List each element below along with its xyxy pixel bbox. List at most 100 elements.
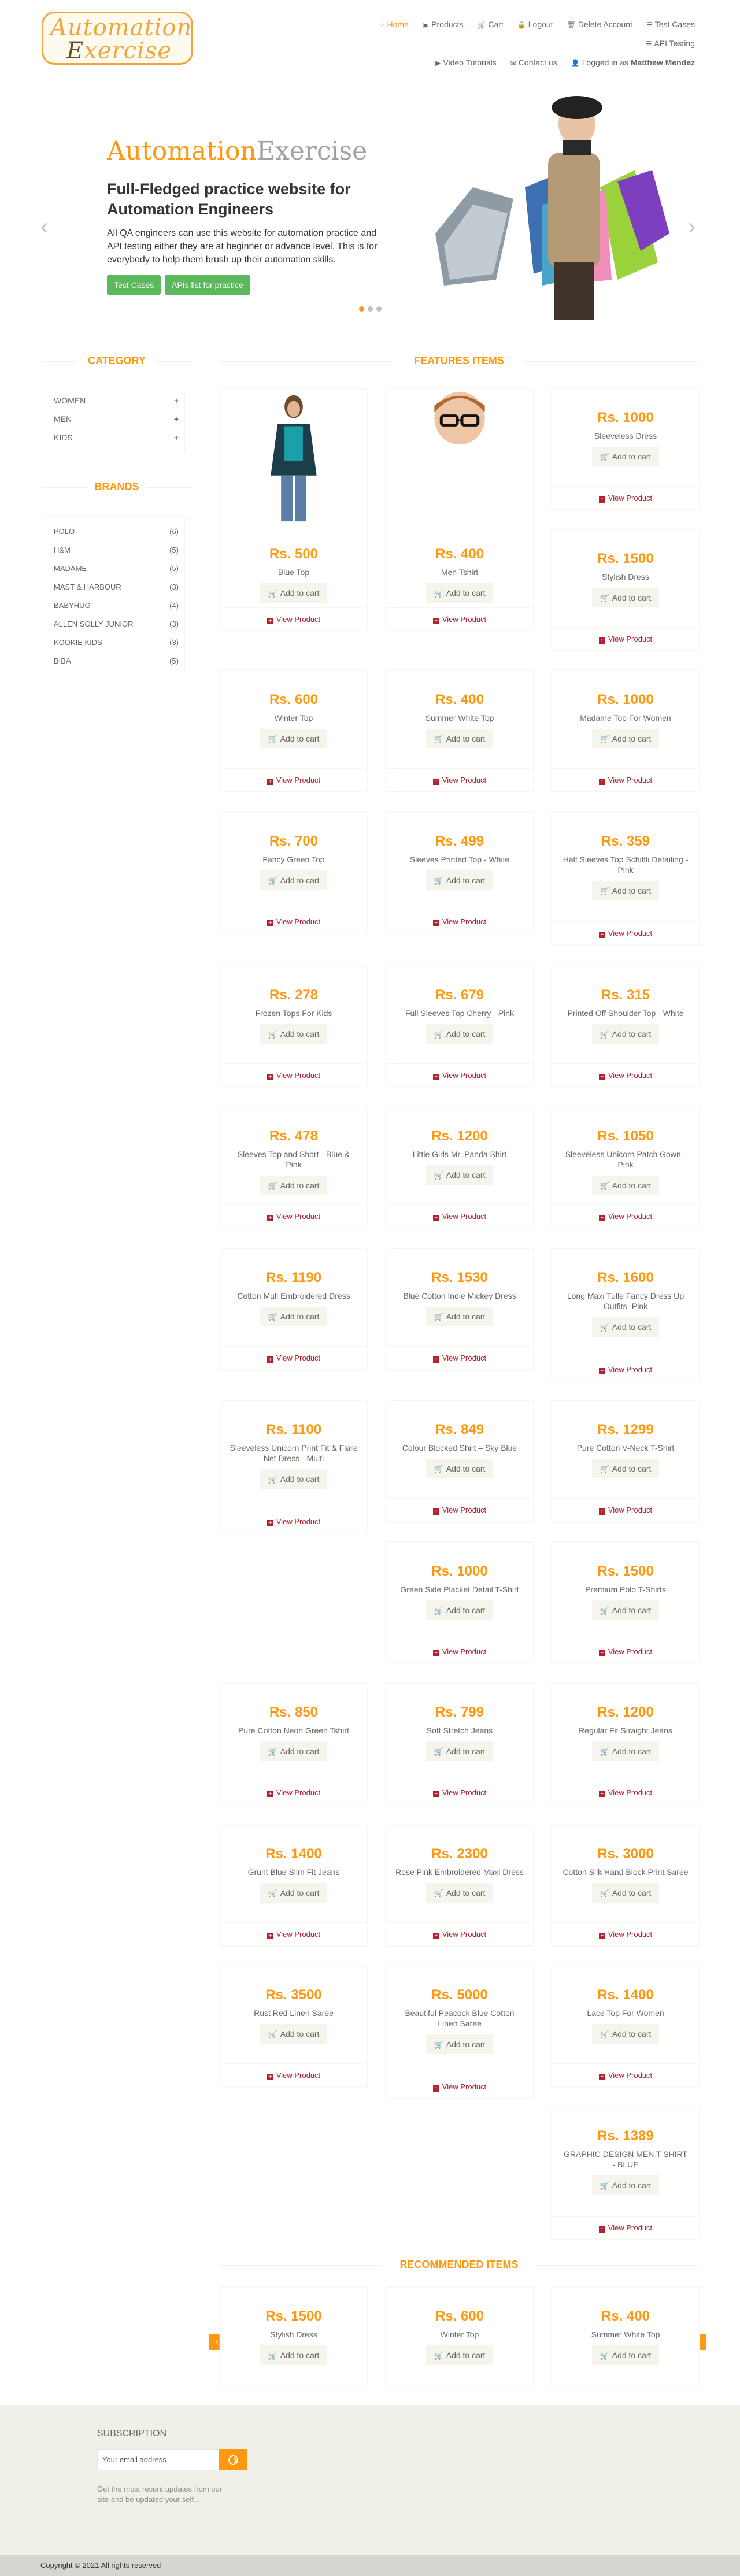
add-to-cart-button[interactable]: 🛒 Add to cart (260, 1176, 328, 1195)
brand-kookie-kids[interactable]: KOOKIE KIDS (3) (42, 633, 184, 652)
site-logo[interactable]: Automation Exercise (42, 12, 193, 65)
add-to-cart-button[interactable]: 🛒 Add to cart (591, 1741, 660, 1761)
nav-logout[interactable]: 🔒 Logout (517, 15, 553, 34)
add-to-cart-button[interactable]: 🛒 Add to cart (591, 1176, 660, 1195)
add-to-cart-button[interactable]: 🛒 Add to cart (260, 583, 328, 603)
view-product-link[interactable]: + View Product (220, 910, 367, 933)
slider-next-arrow[interactable]: › (688, 214, 695, 240)
view-product-link[interactable]: + View Product (552, 1781, 699, 1804)
view-product-link[interactable]: + View Product (386, 1498, 533, 1521)
subscribe-button[interactable] (219, 2449, 247, 2470)
category-kids[interactable]: KIDS + (42, 428, 184, 447)
nav-video-tutorials[interactable]: ▶ Video Tutorials (435, 53, 497, 72)
view-product-link[interactable]: + View Product (220, 2063, 367, 2086)
nav-cart[interactable]: 🛒 Cart (477, 15, 503, 34)
view-product-link[interactable]: + View Product (386, 910, 533, 933)
view-product-link[interactable]: + View Product (386, 1781, 533, 1804)
brand-madame[interactable]: MADAME (5) (42, 559, 184, 578)
plus-icon[interactable]: + (174, 391, 179, 410)
view-product-link[interactable]: + View Product (552, 2063, 699, 2086)
view-product-link[interactable]: + View Product (552, 921, 699, 944)
view-product-link[interactable]: + View Product (386, 2075, 533, 2098)
view-product-link[interactable]: + View Product (386, 1640, 533, 1663)
add-to-cart-button[interactable]: 🛒 Add to cart (260, 870, 328, 890)
view-product-link[interactable]: + View Product (220, 1922, 367, 1945)
view-product-link[interactable]: + View Product (552, 627, 699, 650)
add-to-cart-button[interactable]: 🛒 Add to cart (426, 1459, 494, 1478)
add-to-cart-button[interactable]: 🛒 Add to cart (591, 2345, 660, 2365)
view-product-link[interactable]: + View Product (552, 1498, 699, 1521)
add-to-cart-button[interactable]: 🛒 Add to cart (260, 2345, 328, 2365)
apis-list-button[interactable]: APIs list for practice (165, 275, 250, 295)
view-product-link[interactable]: + View Product (386, 1204, 533, 1228)
add-to-cart-button[interactable]: 🛒 Add to cart (591, 1317, 660, 1337)
nav-home[interactable]: ⌂ Home (380, 15, 409, 34)
add-to-cart-button[interactable]: 🛒 Add to cart (591, 1600, 660, 1620)
add-to-cart-button[interactable]: 🛒 Add to cart (591, 729, 660, 748)
brand-hm[interactable]: H&M (5) (42, 541, 184, 559)
brand-polo[interactable]: POLO (6) (42, 522, 184, 541)
view-product-link[interactable]: + View Product (386, 607, 533, 631)
view-product-link[interactable]: + View Product (552, 2216, 699, 2239)
add-to-cart-button[interactable]: 🛒 Add to cart (591, 1024, 660, 1044)
add-to-cart-button[interactable]: 🛒 Add to cart (426, 1165, 494, 1185)
add-to-cart-button[interactable]: 🛒 Add to cart (260, 729, 328, 748)
view-product-link[interactable]: + View Product (220, 1781, 367, 1804)
slider-dot[interactable] (368, 306, 373, 312)
view-product-link[interactable]: + View Product (220, 768, 367, 791)
add-to-cart-button[interactable]: 🛒 Add to cart (260, 2024, 328, 2044)
add-to-cart-button[interactable]: 🛒 Add to cart (426, 1741, 494, 1761)
add-to-cart-button[interactable]: 🛒 Add to cart (426, 1600, 494, 1620)
view-product-link[interactable]: + View Product (552, 486, 699, 509)
view-product-link[interactable]: + View Product (220, 1204, 367, 1228)
add-to-cart-button[interactable]: 🛒 Add to cart (591, 1459, 660, 1478)
add-to-cart-button[interactable]: 🛒 Add to cart (591, 447, 660, 466)
subscription-email-input[interactable]: Your email address (97, 2449, 219, 2470)
brand-mast-harbour[interactable]: MAST & HARBOUR (3) (42, 578, 184, 596)
slider-prev-arrow[interactable]: ‹ (40, 214, 48, 240)
add-to-cart-button[interactable]: 🛒 Add to cart (260, 1883, 328, 1903)
test-cases-button[interactable]: Test Cases (107, 275, 161, 295)
add-to-cart-button[interactable]: 🛒 Add to cart (426, 870, 494, 890)
view-product-link[interactable]: + View Product (552, 1640, 699, 1663)
add-to-cart-button[interactable]: 🛒 Add to cart (426, 2345, 494, 2365)
add-to-cart-button[interactable]: 🛒 Add to cart (426, 1883, 494, 1903)
add-to-cart-button[interactable]: 🛒 Add to cart (591, 1883, 660, 1903)
add-to-cart-button[interactable]: 🛒 Add to cart (591, 588, 660, 607)
nav-delete-account[interactable]: 🗑 Delete Account (567, 15, 632, 34)
view-product-link[interactable]: + View Product (552, 1063, 699, 1087)
view-product-link[interactable]: + View Product (552, 1922, 699, 1945)
add-to-cart-button[interactable]: 🛒 Add to cart (426, 1024, 494, 1044)
view-product-link[interactable]: + View Product (220, 1510, 367, 1533)
brand-babyhug[interactable]: BABYHUG (4) (42, 596, 184, 615)
view-product-link[interactable]: + View Product (220, 1063, 367, 1087)
view-product-link[interactable]: + View Product (386, 1063, 533, 1087)
nav-test-cases[interactable]: ☰ Test Cases (646, 15, 695, 34)
add-to-cart-button[interactable]: 🛒 Add to cart (591, 2175, 660, 2195)
add-to-cart-button[interactable]: 🛒 Add to cart (591, 2024, 660, 2044)
nav-products[interactable]: ▣ Products (423, 15, 464, 34)
category-women[interactable]: WOMEN + (42, 391, 184, 410)
add-to-cart-button[interactable]: 🛒 Add to cart (426, 729, 494, 748)
nav-contact-us[interactable]: ✉ Contact us (510, 53, 557, 72)
view-product-link[interactable]: + View Product (220, 1346, 367, 1369)
slider-dot[interactable] (359, 306, 364, 312)
add-to-cart-button[interactable]: 🛒 Add to cart (591, 881, 660, 900)
category-men[interactable]: MEN + (42, 410, 184, 428)
view-product-link[interactable]: + View Product (552, 1204, 699, 1228)
view-product-link[interactable]: + View Product (552, 768, 699, 791)
plus-icon[interactable]: + (174, 428, 179, 447)
add-to-cart-button[interactable]: 🛒 Add to cart (426, 583, 494, 603)
add-to-cart-button[interactable]: 🛒 Add to cart (260, 1307, 328, 1326)
brand-biba[interactable]: BIBA (5) (42, 652, 184, 670)
add-to-cart-button[interactable]: 🛒 Add to cart (260, 1469, 328, 1489)
add-to-cart-button[interactable]: 🛒 Add to cart (426, 2034, 494, 2054)
view-product-link[interactable]: + View Product (220, 607, 367, 631)
view-product-link[interactable]: + View Product (386, 1346, 533, 1369)
brand-allen-solly-junior[interactable]: ALLEN SOLLY JUNIOR (3) (42, 615, 184, 633)
add-to-cart-button[interactable]: 🛒 Add to cart (426, 1307, 494, 1326)
plus-icon[interactable]: + (174, 410, 179, 428)
slider-dot[interactable] (376, 306, 382, 312)
add-to-cart-button[interactable]: 🛒 Add to cart (260, 1024, 328, 1044)
view-product-link[interactable]: + View Product (552, 1358, 699, 1381)
